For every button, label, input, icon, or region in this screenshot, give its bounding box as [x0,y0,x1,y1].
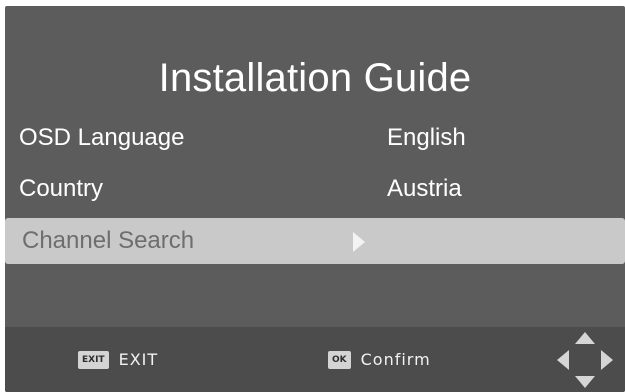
exit-hint-label: EXIT [118,350,159,369]
confirm-hint[interactable]: OK Confirm [328,327,431,392]
installation-guide-panel: Installation Guide OSD Language English … [5,6,625,392]
tv-screen: Installation Guide OSD Language English … [0,0,625,392]
exit-key-icon: EXIT [78,350,109,369]
menu-row-osd-language[interactable]: OSD Language English [5,115,625,161]
menu-row-channel-search[interactable]: Channel Search [5,218,625,264]
menu-row-label: Channel Search [22,227,195,254]
ok-key-icon: OK [328,350,351,369]
chevron-right-icon [353,232,365,252]
menu-row-value: English [387,124,466,151]
menu-row-label: OSD Language [19,124,185,151]
footer-hint-bar: EXIT EXIT OK Confirm [5,327,625,392]
menu-row-value: Austria [387,175,462,202]
dpad-arrows-icon [557,332,613,388]
menu-row-label: Country [19,175,104,202]
page-title: Installation Guide [158,56,472,100]
menu-row-country[interactable]: Country Austria [5,166,625,212]
exit-hint[interactable]: EXIT EXIT [78,327,158,392]
confirm-hint-label: Confirm [360,350,431,369]
